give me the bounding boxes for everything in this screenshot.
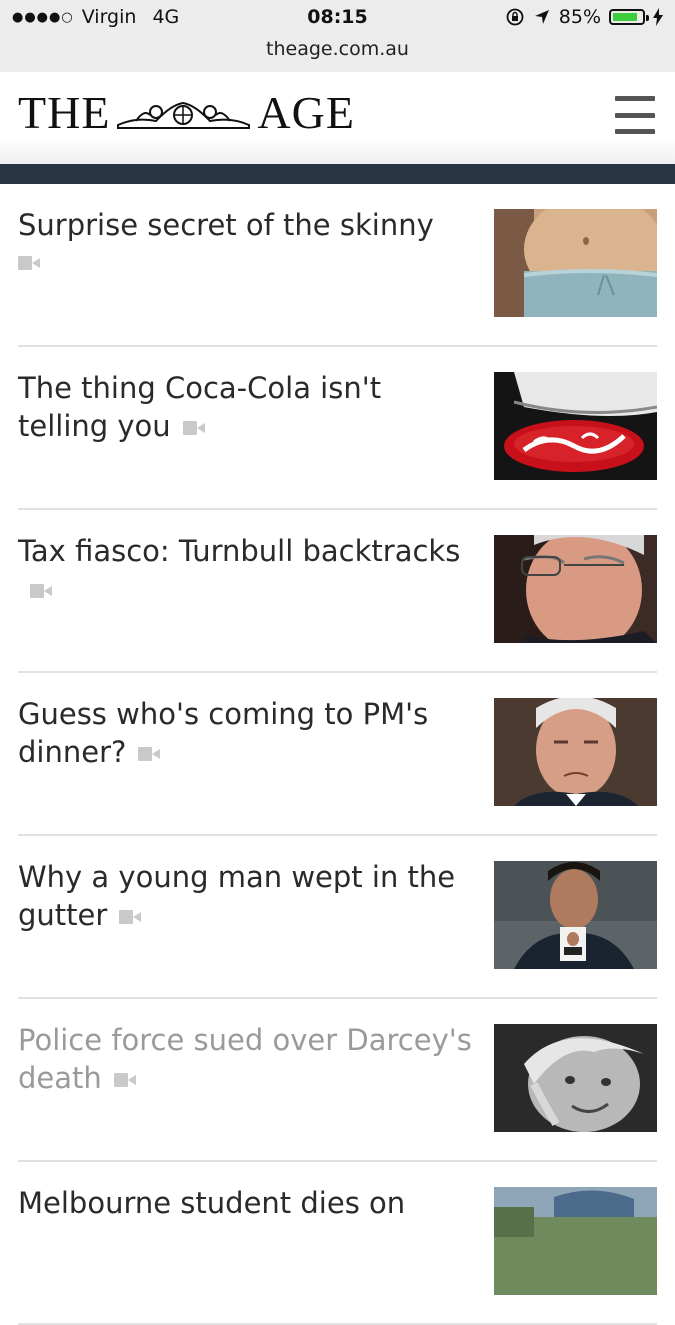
article-thumbnail[interactable] xyxy=(494,1187,657,1295)
battery-percent: 85% xyxy=(558,6,601,28)
address-bar[interactable]: theage.com.au xyxy=(0,38,675,60)
article-item[interactable]: Melbourne student dies on xyxy=(18,1162,657,1325)
hamburger-menu-icon[interactable] xyxy=(615,96,655,134)
article-item[interactable]: Police force sued over Darcey's death xyxy=(18,999,657,1162)
location-arrow-icon xyxy=(534,10,549,24)
logo-text-right: AGE xyxy=(257,87,355,138)
article-item[interactable]: Tax fiasco: Turnbull backtracks xyxy=(18,510,657,673)
article-title[interactable]: Melbourne student dies on xyxy=(18,1184,478,1222)
article-thumbnail[interactable] xyxy=(494,372,657,480)
masthead: THE AGE xyxy=(0,72,675,164)
logo-text-left: THE xyxy=(18,87,111,138)
video-camera-icon xyxy=(30,584,52,598)
article-title[interactable]: Guess who's coming to PM's dinner? xyxy=(18,695,478,771)
video-camera-icon xyxy=(182,421,205,435)
charging-bolt-icon xyxy=(653,8,663,26)
navigation-band xyxy=(0,164,675,184)
article-item[interactable]: Surprise secret of the skinny xyxy=(18,184,657,347)
article-thumbnail[interactable] xyxy=(494,861,657,969)
article-title[interactable]: Tax fiasco: Turnbull backtracks xyxy=(18,532,478,608)
battery-icon xyxy=(609,9,649,25)
article-thumbnail[interactable] xyxy=(494,1024,657,1132)
battery-level xyxy=(613,13,637,21)
rotation-lock-icon xyxy=(506,8,524,26)
video-camera-icon xyxy=(119,910,142,924)
article-title[interactable]: Surprise secret of the skinny xyxy=(18,206,478,270)
article-title[interactable]: The thing Coca-Cola isn't telling you xyxy=(18,369,478,445)
video-camera-icon xyxy=(138,747,161,761)
article-thumbnail[interactable] xyxy=(494,209,657,317)
status-bar: ●●●●○ Virgin 4G 08:15 85% theage.com.au xyxy=(0,0,675,73)
crest-icon xyxy=(117,101,251,129)
site-logo[interactable]: THE AGE xyxy=(18,86,355,139)
article-title[interactable]: Why a young man wept in the gutter xyxy=(18,858,478,934)
video-camera-icon xyxy=(113,1073,136,1087)
article-list: Surprise secret of the skinny The thing … xyxy=(18,184,657,1325)
article-thumbnail[interactable] xyxy=(494,698,657,806)
article-title[interactable]: Police force sued over Darcey's death xyxy=(18,1021,478,1097)
article-item[interactable]: Why a young man wept in the gutter xyxy=(18,836,657,999)
article-item[interactable]: Guess who's coming to PM's dinner? xyxy=(18,673,657,836)
video-camera-icon xyxy=(18,256,40,270)
article-thumbnail[interactable] xyxy=(494,535,657,643)
article-item[interactable]: The thing Coca-Cola isn't telling you xyxy=(18,347,657,510)
